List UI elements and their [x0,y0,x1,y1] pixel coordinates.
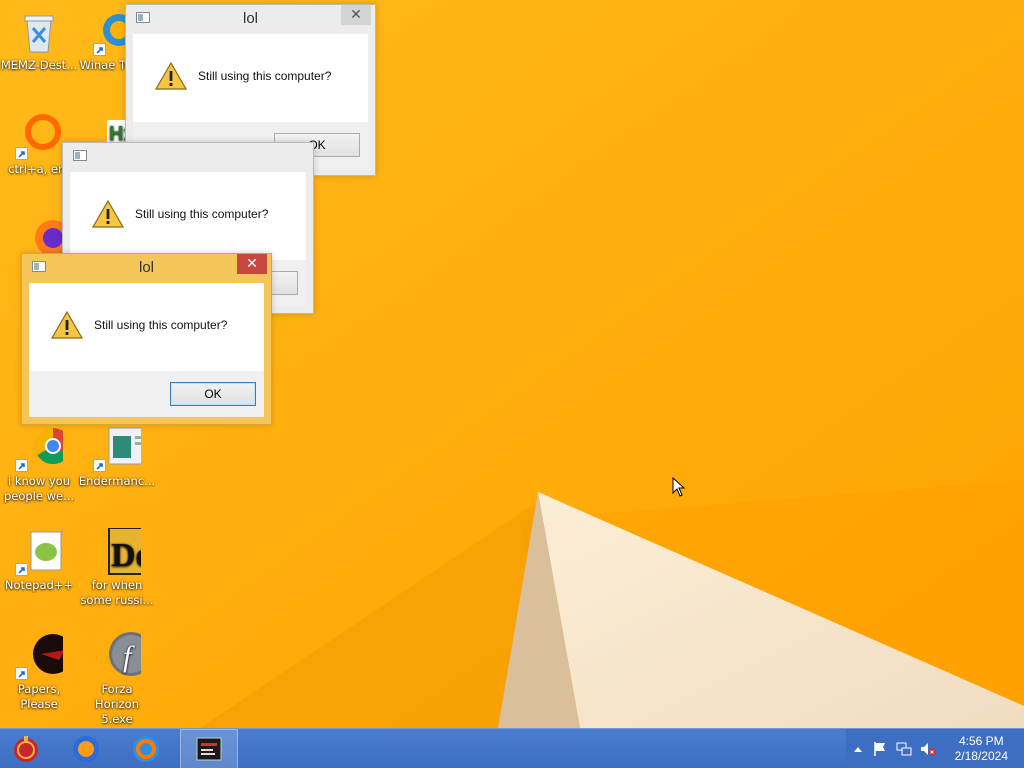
dialog-title: lol [138,259,154,276]
taskbar-clock[interactable]: 4:56 PM 2/18/2024 [955,734,1008,764]
papers-please-icon [15,632,73,680]
dialog-body: Still using this computer? OK [29,283,264,417]
desktop-icon-chrome[interactable]: i know you people we... [0,424,78,504]
shortcut-arrow-icon [15,563,28,576]
clock-time: 4:56 PM [958,734,1004,748]
desktop-icon-memz[interactable]: MEMZ-Dest... [0,8,78,73]
taskbar-firefox[interactable] [60,729,112,768]
warning-icon [155,62,187,90]
de-icon: De [93,527,156,576]
shortcut-arrow-icon [15,147,28,160]
desktop-icon-endermanch[interactable]: Endermanc... [78,424,156,489]
shortcut-arrow-icon [15,667,28,680]
desktop-icon-notepad-plus-plus[interactable]: Notepad++ [0,526,78,593]
chrome-icon [15,424,71,472]
clock-date: 2/18/2024 [954,749,1008,763]
window-app-icon [196,737,222,761]
network-icon[interactable] [896,741,912,757]
desktop-icon-papers-please[interactable]: Papers, Please [0,632,78,712]
show-hidden-icon[interactable] [850,741,866,757]
shortcut-arrow-icon [93,459,106,472]
desktop-icon-label: i know you people we... [3,474,75,503]
desktop-icon-label: Forza Horizon 5.exe [95,682,139,726]
svg-text:De: De [111,537,141,574]
volume-muted-icon[interactable] [920,741,936,757]
dialog-window-active[interactable]: lol ✕ Still using this computer? OK [21,253,272,425]
dialog-title: lol [242,10,258,27]
desktop-icon-label: Endermanc... [78,474,156,488]
ok-button[interactable]: OK [170,382,256,406]
desktop-icon-de[interactable]: De for when some russi... [78,527,156,608]
flash-player-icon: f [93,632,153,680]
dialog-titlebar[interactable] [63,143,313,171]
taskbar-orange-app[interactable] [120,729,172,768]
desktop-icon-label: Notepad++ [4,578,74,592]
action-center-flag-icon[interactable] [872,741,888,757]
document-window-icon [93,424,154,472]
start-orb-icon [14,736,38,762]
warning-icon [51,311,83,339]
desktop-icon-label: MEMZ-Dest... [0,58,78,72]
taskbar: 4:56 PM 2/18/2024 [0,728,1024,768]
close-button[interactable]: ✕ [237,254,267,274]
system-tray: 4:56 PM 2/18/2024 [846,729,1024,768]
start-button[interactable] [0,729,52,768]
dialog-message: Still using this computer? [135,207,269,221]
dialog-message: Still using this computer? [198,69,332,83]
recycle-bin-icon [15,8,63,56]
close-button[interactable]: ✕ [341,5,371,25]
desktop-icon-forza[interactable]: f Forza Horizon 5.exe [78,632,156,727]
warning-icon [92,200,124,228]
shortcut-arrow-icon [93,43,106,56]
orange-ring-icon [133,736,159,762]
taskbar-dialog-app[interactable] [180,729,238,768]
dialog-footer: OK [29,371,264,417]
desktop-icon-label: for when some russi... [80,578,154,607]
desktop-icon-label: Papers, Please [17,682,61,711]
dialog-titlebar[interactable]: lol ✕ [126,5,375,33]
window-system-icon[interactable] [73,150,87,161]
shortcut-arrow-icon [15,459,28,472]
firefox-icon [73,736,99,762]
dialog-message: Still using this computer? [94,318,228,332]
orange-ring-icon [15,112,63,160]
mouse-cursor-icon [672,477,686,497]
notepad-plus-plus-icon [15,526,75,576]
dialog-titlebar[interactable]: lol ✕ [22,254,271,282]
